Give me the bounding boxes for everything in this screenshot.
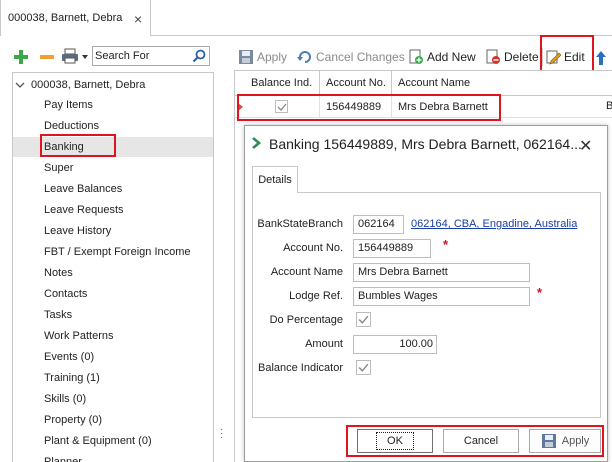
tree-root[interactable]: 000038, Barnett, Debra (15, 75, 145, 95)
cancel-changes-button[interactable]: Cancel Changes (297, 48, 405, 66)
undo-icon (297, 51, 311, 63)
checkmark-icon (358, 363, 369, 372)
save-icon (239, 50, 253, 64)
tree-item-skills[interactable]: Skills (0) (44, 389, 212, 409)
tree-item-pay-items[interactable]: Pay Items (44, 95, 212, 115)
banking-dialog: Banking 156449889, Mrs Debra Barnett, 06… (244, 125, 608, 462)
column-header-balance-ind[interactable]: Balance Ind. (235, 71, 320, 96)
tree-item-deductions[interactable]: Deductions (44, 116, 212, 136)
tree-item-leave-history[interactable]: Leave History (44, 221, 212, 241)
required-marker: * (443, 237, 449, 252)
apply-toolbar-label: Apply (257, 50, 288, 64)
dialog-title-bar: Banking 156449889, Mrs Debra Barnett, 06… (245, 126, 607, 160)
bsb-input[interactable]: 062164 (353, 215, 404, 234)
required-marker: * (537, 285, 543, 300)
dialog-title: Banking 156449889, Mrs Debra Barnett, 06… (269, 136, 582, 152)
do-percentage-checkbox[interactable] (356, 312, 371, 327)
lodge-ref-label: Lodge Ref. (289, 290, 343, 302)
amount-label: Amount (305, 338, 343, 350)
delete-document-icon (486, 49, 500, 64)
account-no-input[interactable]: 156449889 (353, 239, 431, 258)
account-name-input[interactable]: Mrs Debra Barnett (353, 263, 530, 282)
document-tab[interactable]: 000038, Barnett, Debra × (0, 0, 151, 36)
move-up-icon[interactable] (595, 50, 607, 66)
remove-icon[interactable] (38, 48, 56, 66)
print-dropdown-icon[interactable] (82, 55, 88, 59)
account-no-label: Account No. (283, 242, 343, 254)
edit-highlight-box (540, 35, 594, 72)
do-percentage-label: Do Percentage (269, 314, 343, 326)
tree-root-label: 000038, Barnett, Debra (31, 79, 146, 91)
chevron-right-icon (252, 137, 262, 149)
tree-item-fbt[interactable]: FBT / Exempt Foreign Income (44, 242, 212, 262)
tree-item-leave-requests[interactable]: Leave Requests (44, 200, 212, 220)
delete-label: Delete (504, 50, 539, 64)
bsb-details-link[interactable]: 062164, CBA, Engadine, Australia (411, 218, 577, 230)
cancel-changes-label: Cancel Changes (316, 50, 405, 64)
balance-indicator-checkbox[interactable] (356, 360, 371, 375)
document-tab-label: 000038, Barnett, Debra (8, 12, 123, 24)
tree-item-events[interactable]: Events (0) (44, 347, 212, 367)
tab-details[interactable]: Details (252, 166, 298, 193)
navigation-tree: 000038, Barnett, Debra Pay Items Deducti… (12, 72, 214, 462)
add-new-label: Add New (427, 50, 476, 64)
delete-button[interactable]: Delete (485, 48, 539, 66)
search-icon[interactable] (192, 49, 206, 63)
add-new-button[interactable]: Add New (408, 48, 476, 66)
tree-item-planner[interactable]: Planner (44, 452, 212, 462)
grid-overflow-text: B (606, 100, 612, 112)
tree-item-notes[interactable]: Notes (44, 263, 212, 283)
lodge-ref-input[interactable]: Bumbles Wages (353, 287, 530, 306)
tree-item-super[interactable]: Super (44, 158, 212, 178)
tree-item-contacts[interactable]: Contacts (44, 284, 212, 304)
checkmark-icon (358, 315, 369, 324)
balance-indicator-label: Balance Indicator (258, 362, 343, 374)
search-box (92, 46, 210, 66)
add-document-icon (409, 49, 423, 64)
banking-highlight-box (40, 134, 116, 157)
account-name-label: Account Name (270, 266, 343, 278)
chevron-down-icon[interactable] (15, 80, 25, 90)
tree-item-tasks[interactable]: Tasks (44, 305, 212, 325)
apply-toolbar-button[interactable]: Apply (238, 48, 287, 66)
grid-row-highlight-box (237, 94, 501, 121)
column-header-account-name[interactable]: Account Name (392, 71, 612, 96)
print-icon[interactable] (61, 47, 79, 65)
close-icon[interactable]: ✕ (579, 136, 592, 156)
tree-item-training[interactable]: Training (1) (44, 368, 212, 388)
dialog-buttons-highlight-box (346, 425, 604, 457)
tab-close-icon[interactable]: × (134, 11, 142, 27)
document-tab-strip: 000038, Barnett, Debra × (0, 0, 612, 36)
splitter-handle[interactable]: · · · (220, 425, 224, 443)
bsb-label: BankStateBranch (257, 218, 343, 230)
tree-item-leave-balances[interactable]: Leave Balances (44, 179, 212, 199)
tree-item-work-patterns[interactable]: Work Patterns (44, 326, 212, 346)
tree-item-plant-equipment[interactable]: Plant & Equipment (0) (44, 431, 212, 451)
add-icon[interactable] (12, 48, 30, 66)
amount-input[interactable]: 100.00 (353, 335, 437, 354)
details-panel: BankStateBranch 062164 062164, CBA, Enga… (252, 192, 601, 418)
search-input[interactable] (93, 47, 189, 65)
tree-item-property[interactable]: Property (0) (44, 410, 212, 430)
column-header-account-no[interactable]: Account No. (320, 71, 392, 96)
grid-header: Balance Ind. Account No. Account Name (235, 70, 612, 96)
